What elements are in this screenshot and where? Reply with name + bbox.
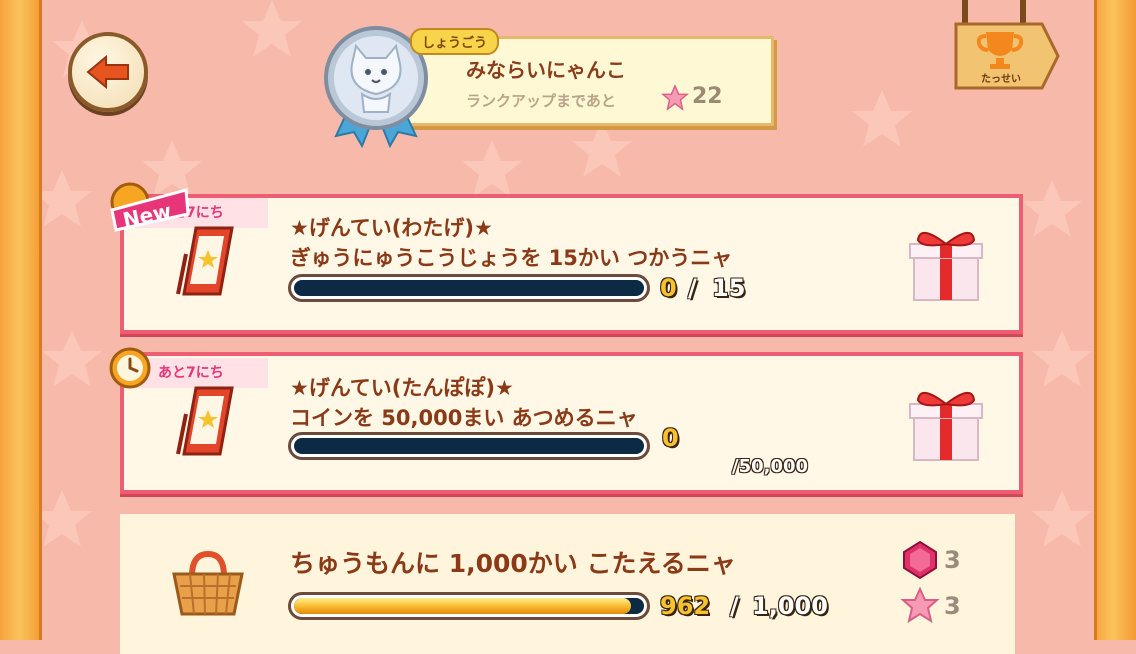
- progress-bar: [288, 592, 650, 620]
- progress-bar: [288, 432, 650, 460]
- mission-title: ★げんてい(たんぽぽ)★: [290, 376, 514, 400]
- pink-star-icon: [900, 586, 940, 630]
- mission-description: コインを 50,000まい あつめるニャ: [290, 406, 638, 430]
- rank-up-text: ランクアップまであと: [466, 92, 616, 110]
- mission-card[interactable]: [120, 514, 1015, 654]
- mission-description: ちゅうもんに 1,000かい こたえるニャ: [290, 549, 736, 578]
- reward-count: 3: [944, 546, 961, 574]
- gift-box-icon[interactable]: [908, 382, 984, 470]
- gift-box-icon[interactable]: [908, 222, 984, 310]
- wooden-frame-left: [0, 0, 42, 640]
- clock-icon: [108, 346, 152, 394]
- pink-star-icon: [660, 84, 690, 116]
- progress-total: 15: [712, 274, 746, 302]
- back-arrow-icon: [86, 54, 129, 90]
- player-title: みならいにゃんこ: [466, 58, 626, 82]
- wooden-frame-right: [1094, 0, 1136, 640]
- progress-bar: [288, 274, 650, 302]
- rank-up-remaining: 22: [692, 84, 723, 109]
- signboard-icon: [176, 384, 240, 460]
- achievements-label: たっせい: [981, 74, 1021, 85]
- back-button[interactable]: [68, 32, 148, 112]
- mission-description: ぎゅうにゅうこうじょうを 15かい つかうニャ: [290, 246, 733, 270]
- achievements-sign-button[interactable]: [950, 0, 1060, 100]
- progress-current: 0: [662, 424, 679, 452]
- mission-title: ★げんてい(わたげ)★: [290, 216, 493, 240]
- progress-current: 0: [660, 274, 677, 302]
- signboard-icon: [176, 224, 240, 300]
- progress-total: /50,000: [732, 456, 809, 477]
- progress-separator: /: [730, 592, 739, 620]
- reward-count: 3: [944, 592, 961, 620]
- progress-separator: /: [688, 274, 697, 302]
- progress-current: 962: [660, 592, 711, 620]
- title-tag: しょうごう: [410, 28, 500, 55]
- progress-total: 1,000: [752, 592, 828, 620]
- basket-icon: [170, 550, 246, 622]
- gem-icon: [900, 540, 940, 584]
